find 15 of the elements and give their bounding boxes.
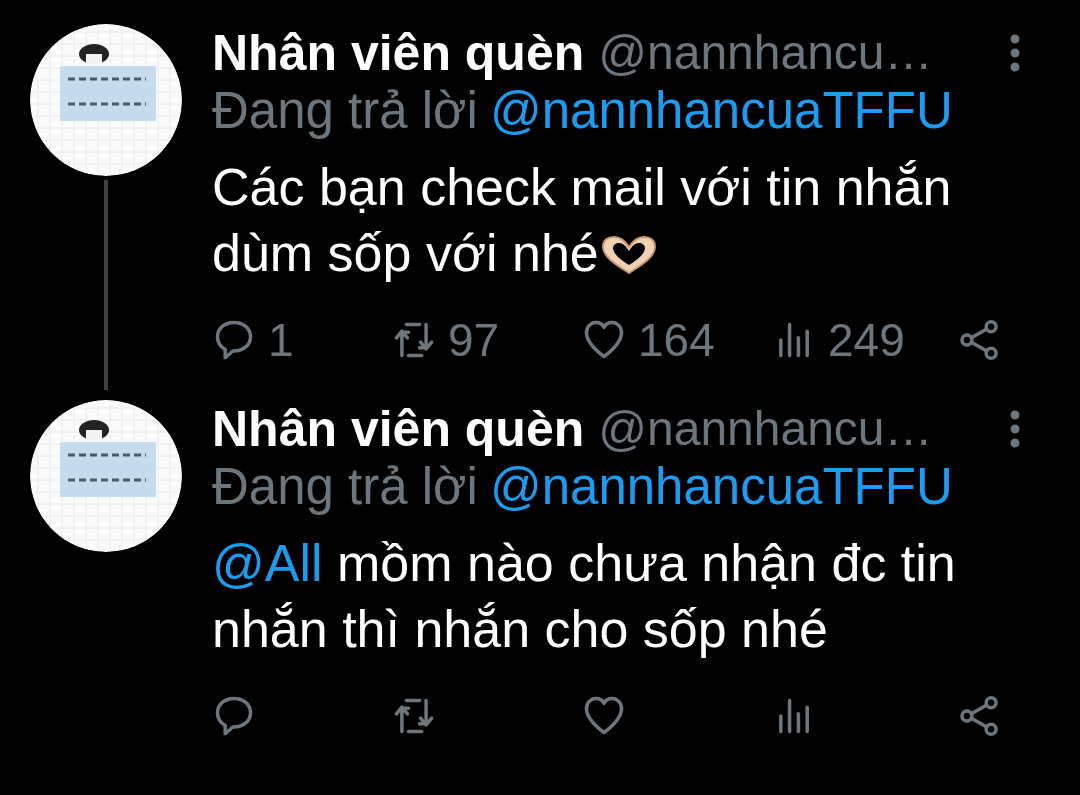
views-count: 249: [828, 312, 905, 368]
more-icon[interactable]: [1008, 409, 1022, 449]
retweet-count: 97: [448, 312, 500, 368]
tweet-text: Các bạn check mail với tin nhắn dùm sốp với nhé: [212, 157, 953, 284]
author-handle: @nannhancu…: [598, 25, 933, 81]
reply-label: Đang trả lời: [212, 80, 478, 141]
reply-count: 1: [268, 312, 294, 368]
reply-label: Đang trả lời: [212, 456, 478, 517]
author-handle: @nannhancu…: [598, 401, 933, 457]
share-icon[interactable]: [957, 318, 1001, 362]
like-count: 164: [638, 312, 715, 368]
share-icon[interactable]: [957, 694, 1001, 738]
tweet-text: @All mồm nào chưa nhận đc tin nhắn thì nhắn cho sốp nhé: [212, 533, 957, 660]
mention-link[interactable]: @All: [212, 534, 323, 592]
more-icon[interactable]: [1008, 33, 1022, 73]
